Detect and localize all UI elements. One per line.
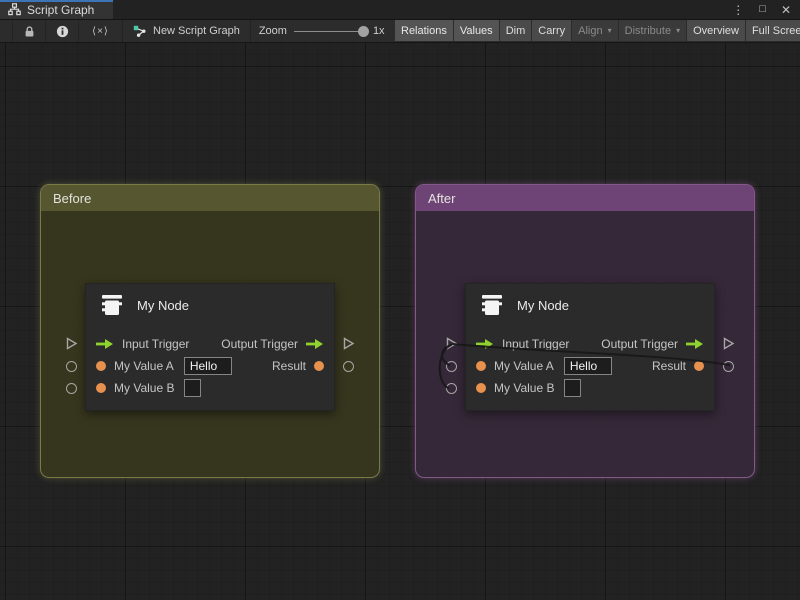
port-row-value-a: My Value A Result — [466, 355, 714, 377]
port-label-output-trigger: Output Trigger — [221, 337, 298, 351]
preview-code-button[interactable]: ⟨×⟩ — [79, 20, 123, 42]
flow-out-port-icon[interactable] — [686, 339, 704, 349]
tab-active-indicator — [0, 0, 113, 2]
outer-value-b-port[interactable] — [446, 383, 457, 394]
value-in-port-icon[interactable] — [96, 383, 106, 393]
port-label-input-trigger: Input Trigger — [122, 337, 189, 351]
lock-button[interactable] — [13, 20, 46, 42]
port-label-result: Result — [652, 359, 686, 373]
value-in-port-icon[interactable] — [476, 383, 486, 393]
outer-result-port[interactable] — [343, 361, 354, 372]
tab-bar: Script Graph ⋮ □ ✕ — [0, 0, 800, 20]
graph-canvas[interactable]: Before After My Nod — [0, 43, 800, 600]
toolbar-buttons: Relations Values Dim Carry Align ▾ Distr… — [395, 20, 800, 41]
script-graph-icon — [133, 25, 147, 38]
graph-toolbar: ⟨×⟩ New Script Graph Zoom 1x Relations V… — [0, 20, 800, 43]
port-label-value-a: My Value A — [494, 359, 554, 373]
port-label-value-b: My Value B — [494, 381, 554, 395]
zoom-slider[interactable] — [294, 31, 366, 32]
value-a-input[interactable] — [184, 357, 232, 375]
outer-result-port[interactable] — [723, 361, 734, 372]
chevron-down-icon: ▾ — [608, 26, 612, 35]
port-label-input-trigger: Input Trigger — [502, 337, 569, 351]
graph-hierarchy-icon — [8, 3, 21, 16]
port-label-output-trigger: Output Trigger — [601, 337, 678, 351]
outer-flow-out-port[interactable] — [722, 337, 735, 350]
value-in-port-icon[interactable] — [96, 361, 106, 371]
group-title: Before — [53, 191, 91, 206]
port-row-trigger: Input Trigger Output Trigger — [466, 333, 714, 355]
outer-flow-in-port[interactable] — [445, 337, 458, 350]
carry-button[interactable]: Carry — [532, 20, 571, 41]
graph-title: New Script Graph — [153, 25, 240, 37]
unit-icon — [99, 293, 125, 317]
value-out-port-icon[interactable] — [694, 361, 704, 371]
tab-title: Script Graph — [27, 3, 94, 17]
group-after-header[interactable]: After — [416, 185, 754, 211]
node-header: My Node — [479, 293, 569, 317]
node-title: My Node — [517, 298, 569, 313]
node-my-node-before[interactable]: My Node Input Trigger Output Trigger — [85, 283, 335, 411]
overview-button[interactable]: Overview — [687, 20, 745, 41]
chevron-down-icon: ▾ — [676, 26, 680, 35]
flow-out-port-icon[interactable] — [306, 339, 324, 349]
align-button[interactable]: Align ▾ — [572, 20, 617, 41]
lock-icon — [24, 25, 35, 38]
close-icon[interactable]: ✕ — [781, 4, 791, 16]
value-b-input[interactable] — [184, 379, 201, 397]
port-row-value-b: My Value B — [86, 377, 334, 399]
code-brackets-icon: ⟨×⟩ — [92, 26, 109, 37]
graph-breadcrumb[interactable]: New Script Graph — [123, 20, 251, 42]
toolbar-spacer — [0, 20, 13, 42]
info-button[interactable] — [46, 20, 79, 42]
value-a-input[interactable] — [564, 357, 612, 375]
outer-value-a-port[interactable] — [446, 361, 457, 372]
value-out-port-icon[interactable] — [314, 361, 324, 371]
group-title: After — [428, 191, 455, 206]
port-label-value-b: My Value B — [114, 381, 174, 395]
node-port-rows: Input Trigger Output Trigger My Value A — [86, 333, 334, 399]
zoom-slider-handle[interactable] — [358, 26, 369, 37]
port-row-value-b: My Value B — [466, 377, 714, 399]
node-my-node-after[interactable]: My Node Input Trigger Output Trigger — [465, 283, 715, 411]
zoom-label: Zoom — [259, 25, 287, 37]
node-title: My Node — [137, 298, 189, 313]
maximize-icon[interactable]: □ — [759, 4, 766, 15]
port-label-result: Result — [272, 359, 306, 373]
flow-in-port-icon[interactable] — [96, 339, 114, 349]
outer-flow-out-port[interactable] — [342, 337, 355, 350]
port-row-trigger: Input Trigger Output Trigger — [86, 333, 334, 355]
value-in-port-icon[interactable] — [476, 361, 486, 371]
zoom-value: 1x — [373, 25, 385, 37]
port-row-value-a: My Value A Result — [86, 355, 334, 377]
fullscreen-button[interactable]: Full Screen — [746, 20, 800, 41]
window-controls: ⋮ □ ✕ — [732, 0, 800, 19]
info-icon — [56, 25, 69, 38]
outer-value-a-port[interactable] — [66, 361, 77, 372]
group-before-header[interactable]: Before — [41, 185, 379, 211]
dim-button[interactable]: Dim — [500, 20, 532, 41]
tab-script-graph[interactable]: Script Graph — [0, 0, 113, 19]
zoom-control: Zoom 1x — [251, 20, 393, 42]
outer-flow-in-port[interactable] — [65, 337, 78, 350]
script-graph-window: Script Graph ⋮ □ ✕ ⟨×⟩ — [0, 0, 800, 600]
distribute-button[interactable]: Distribute ▾ — [619, 20, 686, 41]
unit-icon — [479, 293, 505, 317]
node-port-rows: Input Trigger Output Trigger My Value A — [466, 333, 714, 399]
flow-in-port-icon[interactable] — [476, 339, 494, 349]
values-button[interactable]: Values — [454, 20, 499, 41]
window-menu-icon[interactable]: ⋮ — [732, 4, 744, 16]
relations-button[interactable]: Relations — [395, 20, 453, 41]
value-b-input[interactable] — [564, 379, 581, 397]
port-label-value-a: My Value A — [114, 359, 174, 373]
outer-value-b-port[interactable] — [66, 383, 77, 394]
node-header: My Node — [99, 293, 189, 317]
